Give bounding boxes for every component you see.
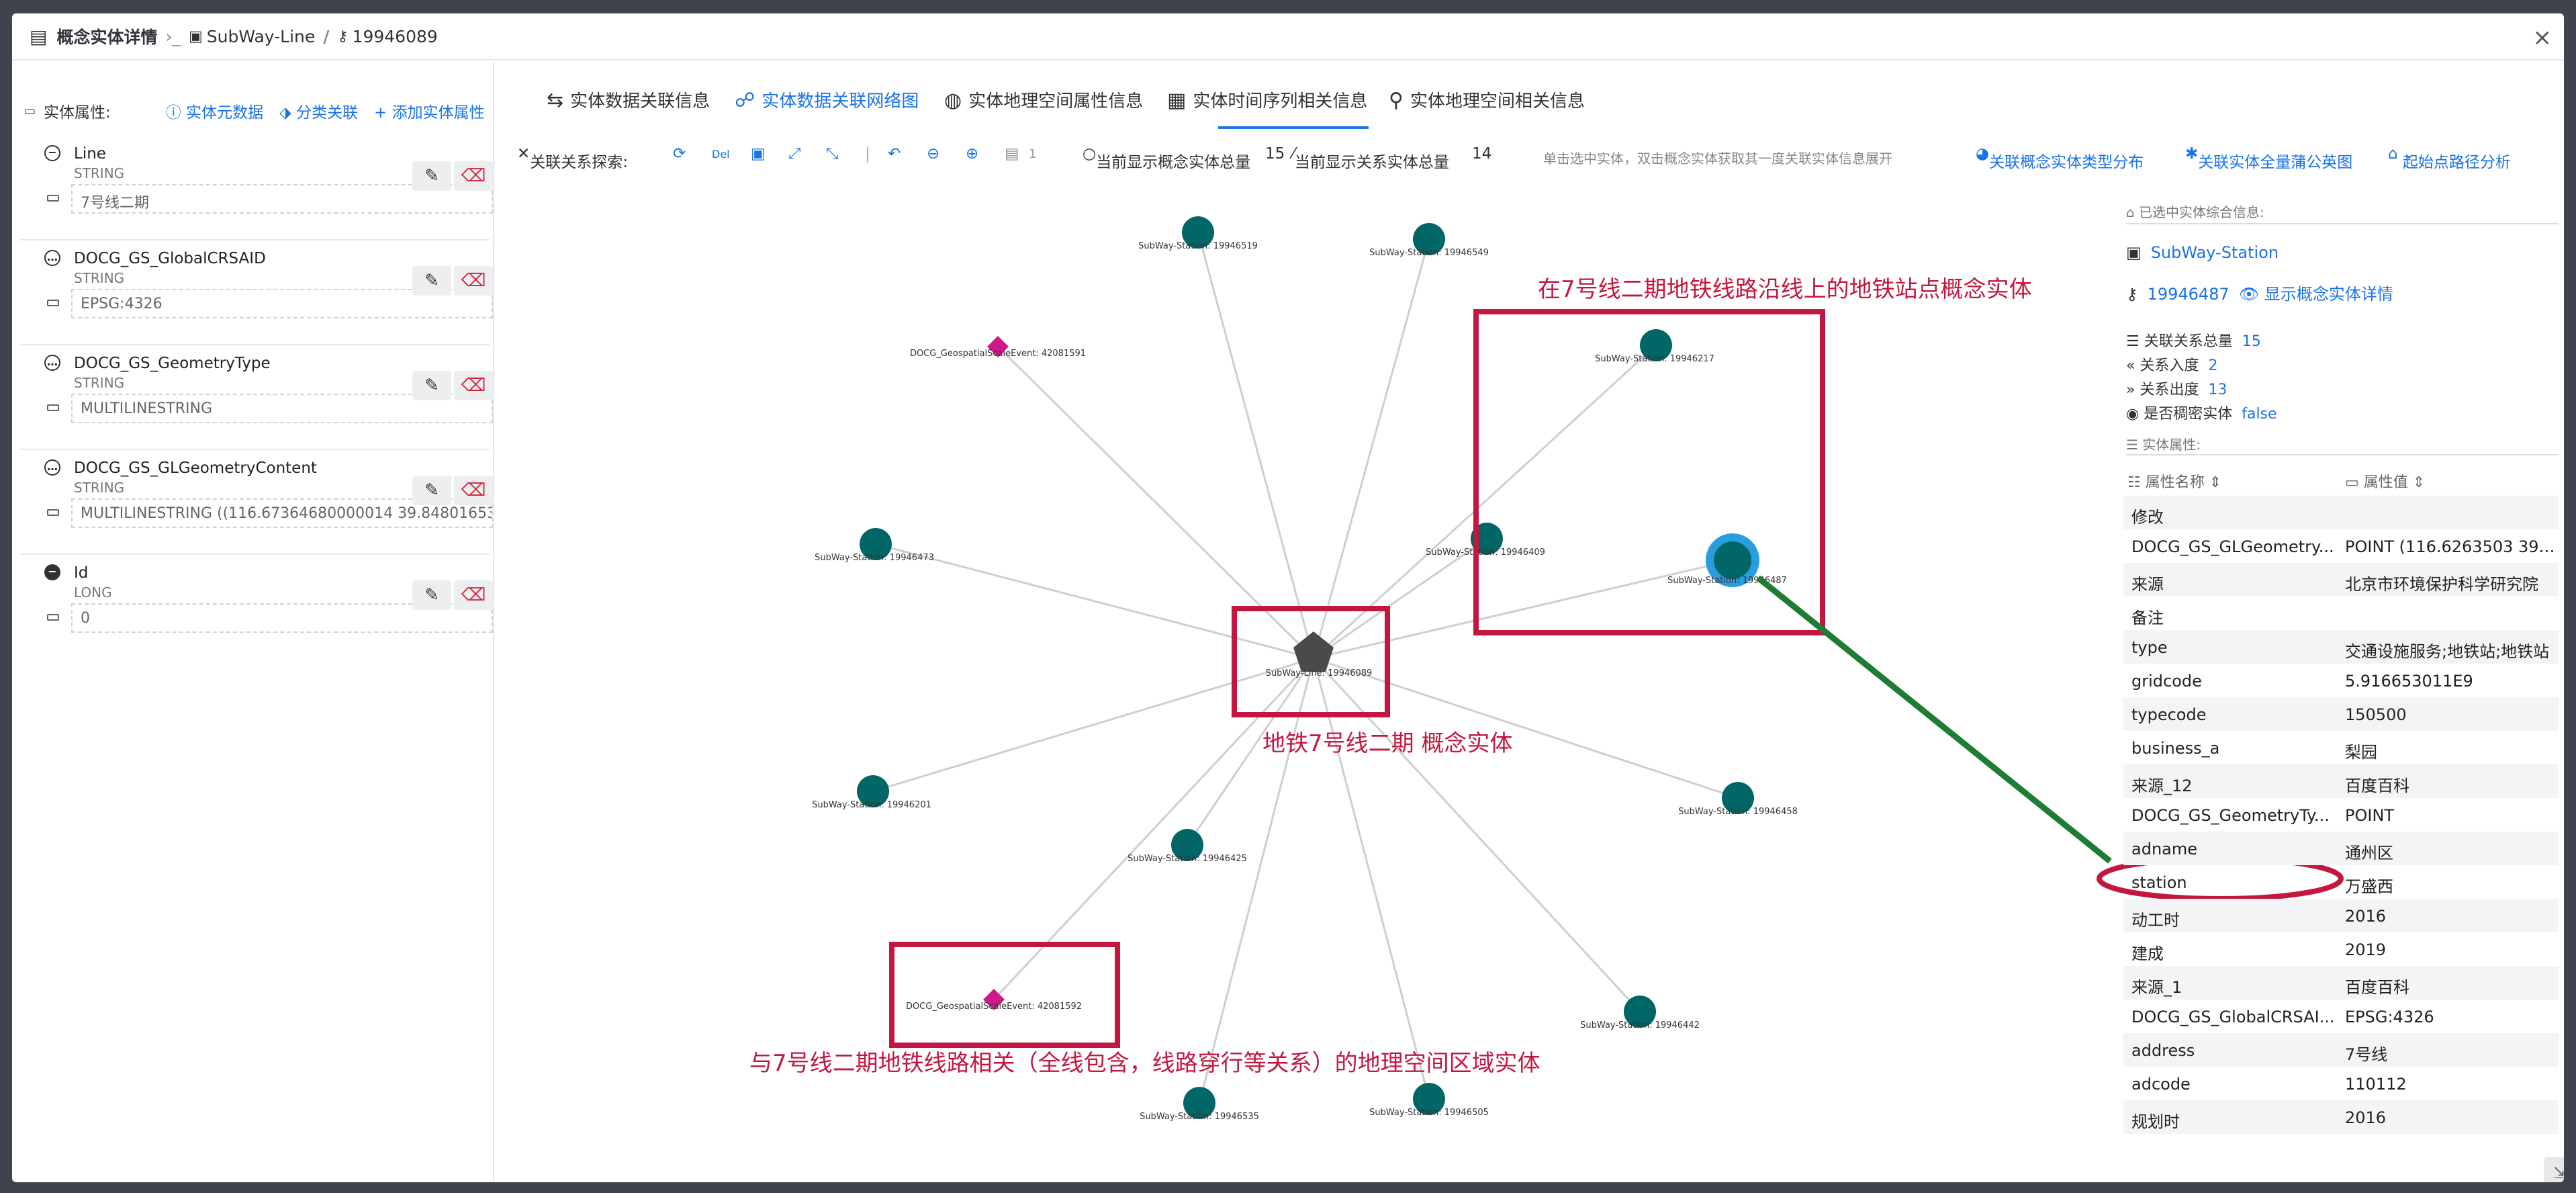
entity-type-row: ▣ SubWay-Station bbox=[2126, 243, 2279, 262]
stat-dense-label: 是否稠密实体 bbox=[2144, 406, 2233, 423]
entity-type: SubWay-Station bbox=[2150, 243, 2279, 262]
row-value: 7号线 bbox=[2345, 1045, 2388, 1064]
table-row: DOCG_GS_GlobalCRSAI... EPSG:4326 bbox=[2123, 1000, 2559, 1033]
row-value: 5.916653011E9 bbox=[2345, 672, 2473, 691]
key-icon: ⚷ bbox=[2126, 285, 2138, 304]
row-value: 交通设施服务;地铁站;地铁站 bbox=[2345, 642, 2550, 661]
table-row: type 交通设施服务;地铁站;地铁站 bbox=[2123, 630, 2559, 664]
table-row: business_a 梨园 bbox=[2123, 731, 2559, 764]
row-key: 修改 bbox=[2131, 508, 2164, 527]
row-value: POINT bbox=[2345, 806, 2395, 825]
entity-detail-window: ▤ 概念实体详情 ›_ ▣ SubWay-Line / ⚷ 19946089 ×… bbox=[12, 13, 2564, 1182]
row-key: adcode bbox=[2131, 1075, 2191, 1094]
row-value: 梨园 bbox=[2345, 743, 2377, 762]
row-key: 备注 bbox=[2131, 609, 2164, 627]
table-row: adname 通州区 bbox=[2123, 832, 2559, 865]
stat-total-value: 15 bbox=[2242, 333, 2261, 350]
table-row: 备注 bbox=[2123, 596, 2559, 630]
show-detail-link-label: 显示概念实体详情 bbox=[2264, 285, 2393, 304]
stat-out-value: 13 bbox=[2208, 382, 2227, 398]
table-row: 动工时 2016 bbox=[2123, 899, 2559, 932]
row-value: 150500 bbox=[2345, 705, 2407, 724]
table-row: typecode 150500 bbox=[2123, 697, 2559, 731]
table-row: 来源_12 百度百科 bbox=[2123, 764, 2559, 798]
scroll-corner-button[interactable]: ⇲ bbox=[2544, 1157, 2564, 1182]
table-row: DOCG_GS_GeometryTy... POINT bbox=[2123, 798, 2559, 832]
col-name-header[interactable]: ☷ 属性名称 ⇕ bbox=[2127, 470, 2221, 492]
stat-dense-value: false bbox=[2242, 406, 2277, 423]
table-row: 建成 2019 bbox=[2123, 932, 2559, 966]
row-key: 规划时 bbox=[2131, 1112, 2180, 1131]
row-key: gridcode bbox=[2131, 672, 2202, 691]
table-row: adcode 110112 bbox=[2123, 1067, 2559, 1100]
stat-in-label: 关系入度 bbox=[2140, 357, 2199, 374]
stat-total-label: 关联关系总量 bbox=[2144, 333, 2233, 350]
table-row: address 7号线 bbox=[2123, 1033, 2559, 1067]
selected-label-text: 已选中实体综合信息: bbox=[2139, 204, 2264, 220]
row-key: adname bbox=[2131, 840, 2198, 858]
row-key: 来源 bbox=[2131, 575, 2164, 594]
col-value-header[interactable]: ▭ 属性值 ⇕ bbox=[2345, 470, 2425, 492]
table-row: DOCG_GS_GLGeometry... POINT (116.6263503 … bbox=[2123, 529, 2559, 563]
row-value: 百度百科 bbox=[2345, 978, 2409, 997]
divider bbox=[2126, 223, 2559, 224]
row-key: 来源_12 bbox=[2131, 777, 2193, 795]
row-value: 通州区 bbox=[2345, 844, 2393, 863]
row-key: DOCG_GS_GLGeometry... bbox=[2131, 537, 2334, 556]
row-key: type bbox=[2131, 638, 2168, 657]
selected-entity-panel: ⌂ 已选中实体综合信息: ▣ SubWay-Station ⚷ 19946487 👁 … bbox=[2113, 181, 2564, 1182]
row-value: 北京市环境保护科学研究院 bbox=[2345, 575, 2538, 594]
attr-label: ☰ 实体属性: bbox=[2126, 437, 2201, 453]
col-value-label: 属性值 bbox=[2363, 474, 2408, 491]
entity-id: 19946487 bbox=[2147, 285, 2229, 304]
row-key: 来源_1 bbox=[2131, 978, 2182, 997]
row-value: EPSG:4326 bbox=[2345, 1008, 2434, 1026]
row-value: 2016 bbox=[2345, 907, 2387, 926]
col-name-label: 属性名称 bbox=[2145, 474, 2205, 491]
show-detail-link[interactable]: 👁 显示概念实体详情 bbox=[2239, 285, 2393, 304]
table-row: 修改 bbox=[2123, 496, 2559, 529]
selected-label: ⌂ 已选中实体综合信息: bbox=[2126, 204, 2264, 220]
row-key: address bbox=[2131, 1041, 2195, 1060]
row-key: business_a bbox=[2131, 739, 2220, 758]
row-value: 2016 bbox=[2345, 1108, 2387, 1127]
table-row: 来源_1 百度百科 bbox=[2123, 966, 2559, 1000]
stat-in: « 关系入度 2 bbox=[2126, 357, 2218, 374]
divider bbox=[2126, 454, 2559, 455]
stat-in-value: 2 bbox=[2208, 357, 2218, 374]
row-key: typecode bbox=[2131, 705, 2207, 724]
row-key: 动工时 bbox=[2131, 911, 2180, 930]
stat-dense: ◉ 是否稠密实体 false bbox=[2126, 406, 2277, 423]
row-value: 万盛西 bbox=[2345, 877, 2393, 896]
row-key: DOCG_GS_GlobalCRSAI... bbox=[2131, 1008, 2335, 1026]
attr-label-text: 实体属性: bbox=[2142, 437, 2201, 453]
row-value: POINT (116.6263503 39.8... bbox=[2345, 537, 2559, 556]
table-row: 规划时 2016 bbox=[2123, 1100, 2559, 1134]
row-key: station bbox=[2131, 873, 2187, 892]
stat-total: ☰ 关联关系总量 15 bbox=[2126, 333, 2261, 350]
row-value: 110112 bbox=[2345, 1075, 2407, 1094]
entity-id-row: ⚷ 19946487 👁 显示概念实体详情 bbox=[2126, 281, 2393, 304]
stat-out-label: 关系出度 bbox=[2140, 382, 2199, 398]
row-key: 建成 bbox=[2131, 944, 2164, 963]
table-row: 来源 北京市环境保护科学研究院 bbox=[2123, 563, 2559, 596]
table-row: gridcode 5.916653011E9 bbox=[2123, 664, 2559, 697]
row-value: 2019 bbox=[2345, 940, 2387, 959]
table-header: ☷ 属性名称 ⇕ ▭ 属性值 ⇕ bbox=[2123, 463, 2559, 493]
row-key: DOCG_GS_GeometryTy... bbox=[2131, 806, 2330, 825]
pointer-line bbox=[1756, 575, 2112, 864]
table-row: station 万盛西 bbox=[2123, 865, 2559, 899]
row-value: 百度百科 bbox=[2345, 777, 2409, 795]
stat-out: » 关系出度 13 bbox=[2126, 382, 2227, 398]
cube-icon: ▣ bbox=[2126, 243, 2142, 262]
